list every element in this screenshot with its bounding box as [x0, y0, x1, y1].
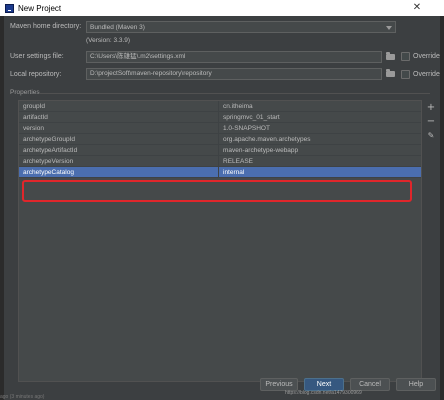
table-row[interactable]: groupId cn.itheima [19, 101, 421, 112]
folder-icon [385, 69, 395, 77]
maven-version-text: (Version: 3.3.9) [86, 37, 131, 44]
property-key: archetypeArtifactId [19, 145, 219, 155]
local-repo-field[interactable]: D:\projectSoft\maven-repository\reposito… [86, 68, 382, 80]
property-value[interactable]: 1.0-SNAPSHOT [219, 123, 421, 133]
property-key: archetypeCatalog [19, 167, 219, 177]
edit-property-icon[interactable]: ✎ [424, 130, 438, 142]
add-property-icon[interactable]: + [424, 102, 438, 114]
local-repo-label: Local repository: [10, 71, 62, 78]
override-repo-checkbox[interactable] [401, 70, 410, 79]
table-row[interactable]: archetypeArtifactId maven-archetype-weba… [19, 145, 421, 156]
browse-settings-button[interactable] [384, 51, 396, 63]
table-row-selected[interactable]: archetypeCatalog internal [19, 167, 421, 178]
background-status-text: ago (3 minutes ago) [0, 394, 45, 400]
intellij-app-icon [5, 3, 14, 13]
properties-section-label: Properties [10, 89, 40, 96]
help-button[interactable]: Help [396, 378, 436, 391]
table-row[interactable]: archetypeGroupId org.apache.maven.archet… [19, 134, 421, 145]
csdn-watermark: https://blog.csdn.net/a1479300969 [285, 390, 362, 396]
chevron-down-icon [386, 26, 392, 30]
property-value[interactable]: org.apache.maven.archetypes [219, 134, 421, 144]
property-key: groupId [19, 101, 219, 111]
maven-home-label: Maven home directory: [10, 23, 82, 30]
maven-home-value: Bundled (Maven 3) [90, 23, 145, 31]
property-key: archetypeVersion [19, 156, 219, 166]
override-settings-checkbox[interactable] [401, 52, 410, 61]
properties-table[interactable]: groupId cn.itheima artifactId springmvc_… [18, 100, 422, 382]
remove-property-icon[interactable]: − [424, 116, 438, 128]
section-divider [40, 93, 430, 94]
user-settings-field[interactable]: C:\Users\陈雄猛\.m2\settings.xml [86, 51, 382, 63]
user-settings-label: User settings file: [10, 53, 64, 60]
property-value[interactable]: RELEASE [219, 156, 421, 166]
table-row[interactable]: artifactId springmvc_01_start [19, 112, 421, 123]
property-value[interactable]: cn.itheima [219, 101, 421, 111]
table-row[interactable]: version 1.0-SNAPSHOT [19, 123, 421, 134]
close-icon[interactable]: ✕ [410, 1, 424, 15]
property-key: archetypeGroupId [19, 134, 219, 144]
browse-repo-button[interactable] [384, 68, 396, 80]
override-settings-label: Override [413, 53, 440, 60]
folder-icon [385, 52, 395, 60]
title-bar: New Project ✕ [0, 0, 444, 16]
new-project-dialog: Maven home directory: Bundled (Maven 3) … [4, 16, 440, 400]
property-value[interactable]: internal [219, 167, 421, 177]
window-title: New Project [18, 3, 62, 13]
property-value[interactable]: maven-archetype-webapp [219, 145, 421, 155]
property-value[interactable]: springmvc_01_start [219, 112, 421, 122]
property-key: version [19, 123, 219, 133]
maven-home-combo[interactable]: Bundled (Maven 3) [86, 21, 396, 33]
property-key: artifactId [19, 112, 219, 122]
table-row[interactable]: archetypeVersion RELEASE [19, 156, 421, 167]
override-repo-label: Override [413, 71, 440, 78]
